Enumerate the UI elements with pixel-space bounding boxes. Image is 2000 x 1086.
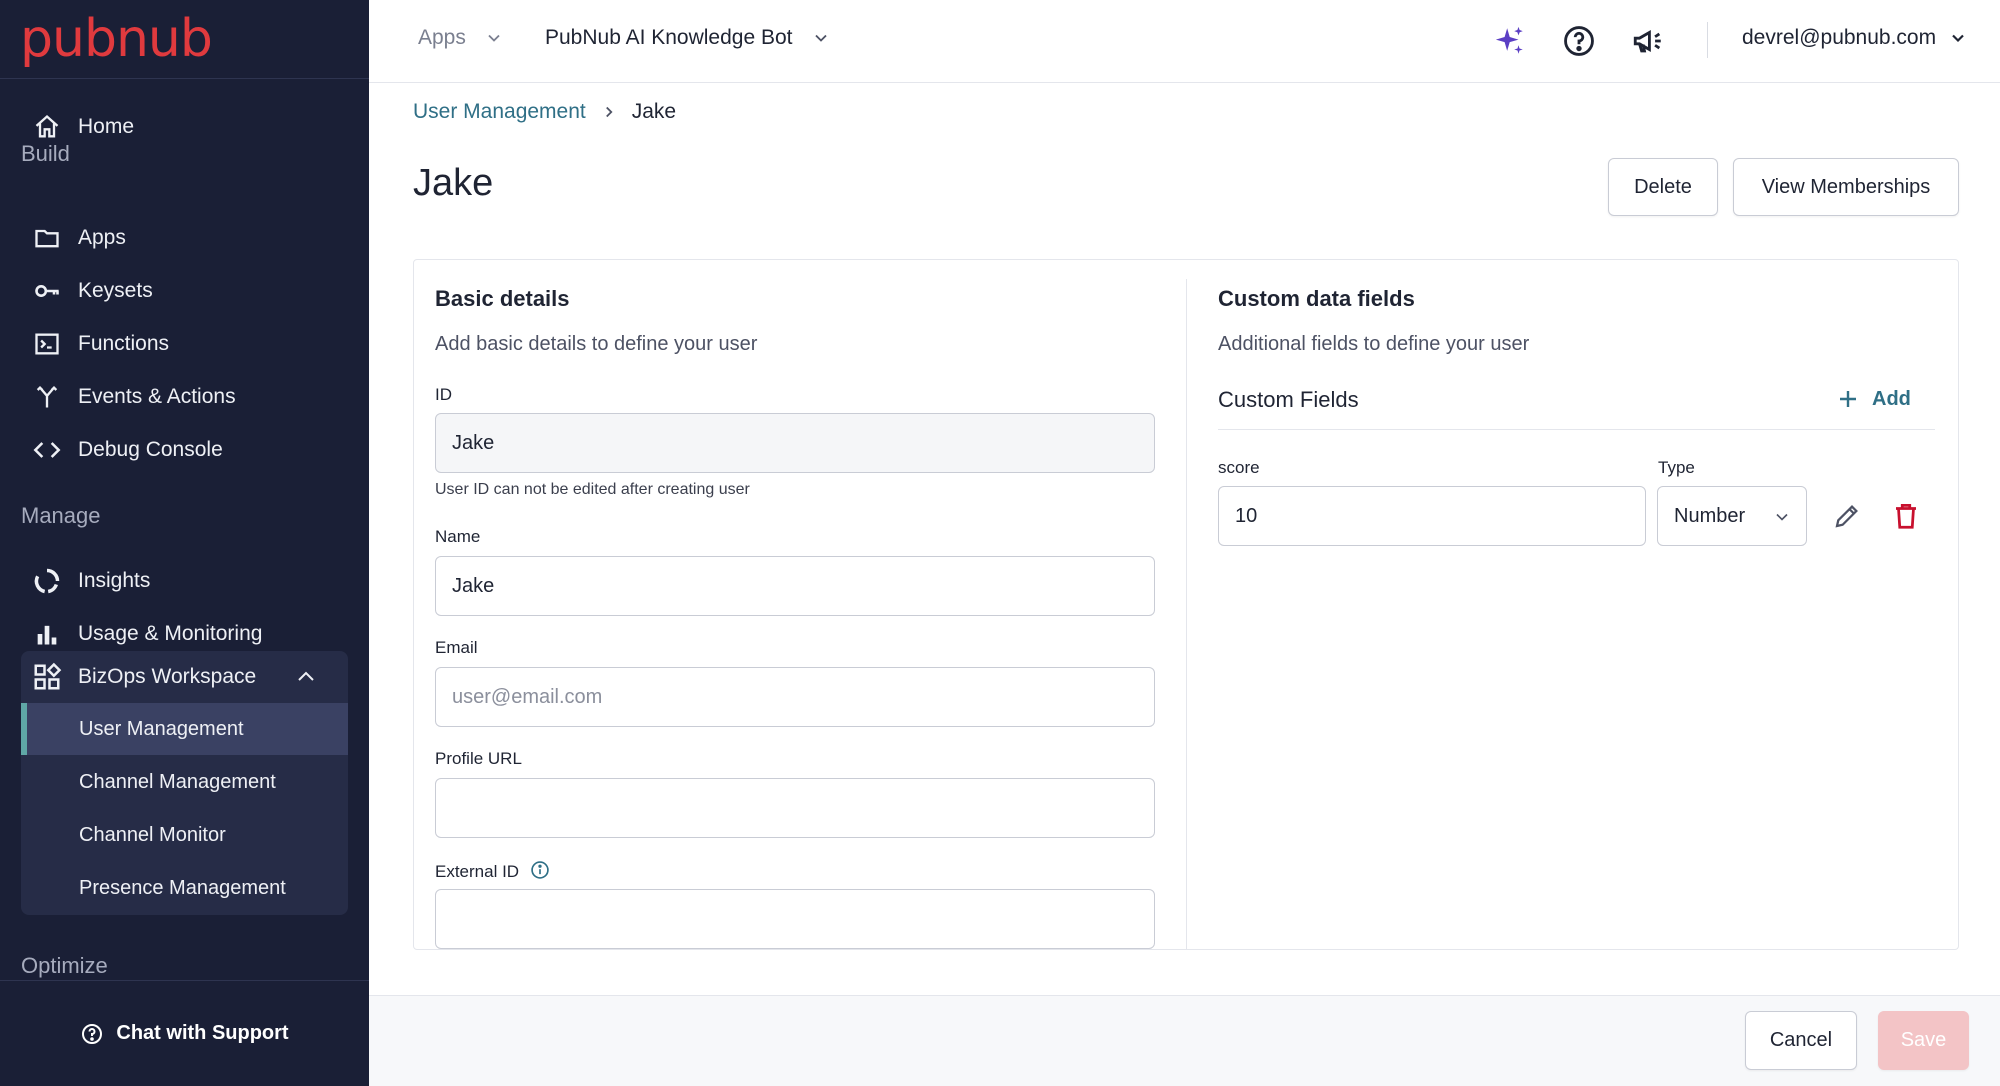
logo-area: pubnub (0, 0, 369, 79)
sidebar-item-functions[interactable]: Functions (32, 324, 169, 364)
app-name-label: PubNub AI Knowledge Bot (545, 26, 793, 49)
section-label-optimize: Optimize (21, 953, 108, 978)
app-selector-dropdown[interactable]: PubNub AI Knowledge Bot (545, 26, 831, 50)
pencil-icon[interactable] (1832, 501, 1862, 531)
sidebar-item-usage-monitoring[interactable]: Usage & Monitoring (32, 614, 262, 654)
name-label: Name (435, 527, 481, 546)
basic-details-subtitle: Add basic details to define your user (435, 333, 758, 355)
breadcrumb: User Management Jake (413, 100, 676, 124)
id-field: Jake (435, 413, 1155, 473)
add-custom-field-button[interactable]: Add (1836, 387, 1911, 411)
type-select[interactable]: Number (1657, 486, 1807, 546)
trash-icon[interactable] (1891, 501, 1921, 531)
sidebar-item-label: Debug Console (78, 438, 223, 461)
sidebar-item-insights[interactable]: Insights (32, 561, 150, 601)
profile-url-field[interactable] (435, 778, 1155, 838)
custom-field-key-label: score (1218, 458, 1260, 477)
cancel-button[interactable]: Cancel (1745, 1011, 1857, 1070)
view-memberships-button[interactable]: View Memberships (1733, 158, 1959, 216)
announcement-icon[interactable] (1631, 24, 1665, 58)
bar-chart-icon (32, 619, 62, 649)
breadcrumb-current: Jake (631, 100, 677, 123)
sidebar-item-label: Keysets (78, 279, 153, 302)
save-button[interactable]: Save (1878, 1011, 1969, 1070)
delete-button[interactable]: Delete (1608, 158, 1718, 216)
section-label-build: Build (21, 141, 70, 166)
external-id-field[interactable] (435, 889, 1155, 949)
chevron-down-icon (1952, 34, 1964, 43)
sidebar-item-channel-monitor[interactable]: Channel Monitor (21, 809, 348, 861)
sidebar-item-user-management[interactable]: User Management (21, 703, 348, 755)
code-icon (32, 435, 62, 465)
fork-icon (32, 382, 62, 412)
sidebar-item-label: Insights (78, 569, 151, 592)
help-icon (82, 1023, 103, 1044)
info-icon[interactable] (530, 860, 550, 880)
sidebar-item-channel-management[interactable]: Channel Management (21, 756, 348, 808)
home-icon (32, 112, 62, 142)
user-email: devrel@pubnub.com (1742, 26, 1937, 49)
card-divider (1186, 279, 1187, 950)
top-bar: Apps PubNub AI Knowledge Bot devrel@pubn… (369, 0, 2000, 83)
support-label: Chat with Support (116, 1022, 289, 1044)
type-label: Type (1658, 458, 1695, 477)
plus-icon (1840, 391, 1856, 407)
custom-data-subtitle: Additional fields to define your user (1218, 333, 1530, 355)
external-id-label-text: External ID (435, 862, 520, 881)
sidebar-item-label: Home (78, 115, 135, 138)
section-label-manage: Manage (21, 503, 101, 528)
page-title: Jake (413, 162, 494, 204)
terminal-icon (32, 329, 62, 359)
top-divider (1707, 22, 1708, 58)
workspace-icon (32, 662, 62, 692)
key-icon (32, 276, 62, 306)
type-select-value: Number (1674, 504, 1746, 527)
add-label: Add (1872, 387, 1911, 410)
sidebar-item-debug-console[interactable]: Debug Console (32, 430, 223, 470)
sidebar-item-label: Usage & Monitoring (78, 622, 263, 645)
sidebar-item-apps[interactable]: Apps (32, 218, 126, 258)
pubnub-logo[interactable]: pubnub (20, 13, 213, 65)
sidebar-item-events-actions[interactable]: Events & Actions (32, 377, 236, 417)
bizops-workspace-group: BizOps Workspace User Management Channel… (21, 651, 348, 915)
folder-icon (32, 223, 62, 253)
external-id-label: External ID (435, 860, 550, 882)
email-field[interactable]: user@email.com (435, 667, 1155, 727)
insights-icon (32, 566, 62, 596)
custom-field-value-input[interactable]: 10 (1218, 486, 1646, 546)
chevron-right-icon (605, 106, 613, 118)
sidebar: pubnub Home Build Apps Keysets Functions… (0, 0, 369, 1086)
help-icon[interactable] (1562, 24, 1596, 58)
sidebar-item-label: Apps (78, 226, 126, 249)
bizops-workspace-toggle[interactable]: BizOps Workspace (21, 651, 348, 703)
id-label: ID (435, 385, 452, 404)
apps-label: Apps (418, 26, 466, 49)
id-help-text: User ID can not be edited after creating… (435, 481, 750, 498)
custom-fields-title: Custom Fields (1218, 387, 1359, 412)
chevron-down-icon (1776, 513, 1788, 521)
sidebar-nav: Home Build Apps Keysets Functions Events… (0, 79, 369, 980)
sidebar-item-label: Events & Actions (78, 385, 236, 408)
apps-dropdown[interactable]: Apps (418, 26, 504, 50)
profile-url-label: Profile URL (435, 749, 522, 768)
email-label: Email (435, 638, 478, 657)
chat-with-support-button[interactable]: Chat with Support (0, 980, 369, 1086)
chevron-down-icon (488, 34, 500, 42)
ai-sparkle-icon[interactable] (1493, 24, 1527, 58)
name-field[interactable]: Jake (435, 556, 1155, 616)
sidebar-item-presence-management[interactable]: Presence Management (21, 862, 348, 914)
custom-data-title: Custom data fields (1218, 286, 1415, 311)
chevron-down-icon (814, 34, 827, 42)
sidebar-item-label: Functions (78, 332, 170, 355)
bizops-workspace-label: BizOps Workspace (78, 665, 257, 688)
breadcrumb-user-management[interactable]: User Management (413, 100, 586, 124)
user-menu-dropdown[interactable]: devrel@pubnub.com (1742, 26, 1968, 50)
custom-fields-divider (1218, 429, 1935, 430)
basic-details-title: Basic details (435, 286, 570, 311)
sidebar-item-keysets[interactable]: Keysets (32, 271, 153, 311)
chevron-up-icon (298, 671, 314, 681)
